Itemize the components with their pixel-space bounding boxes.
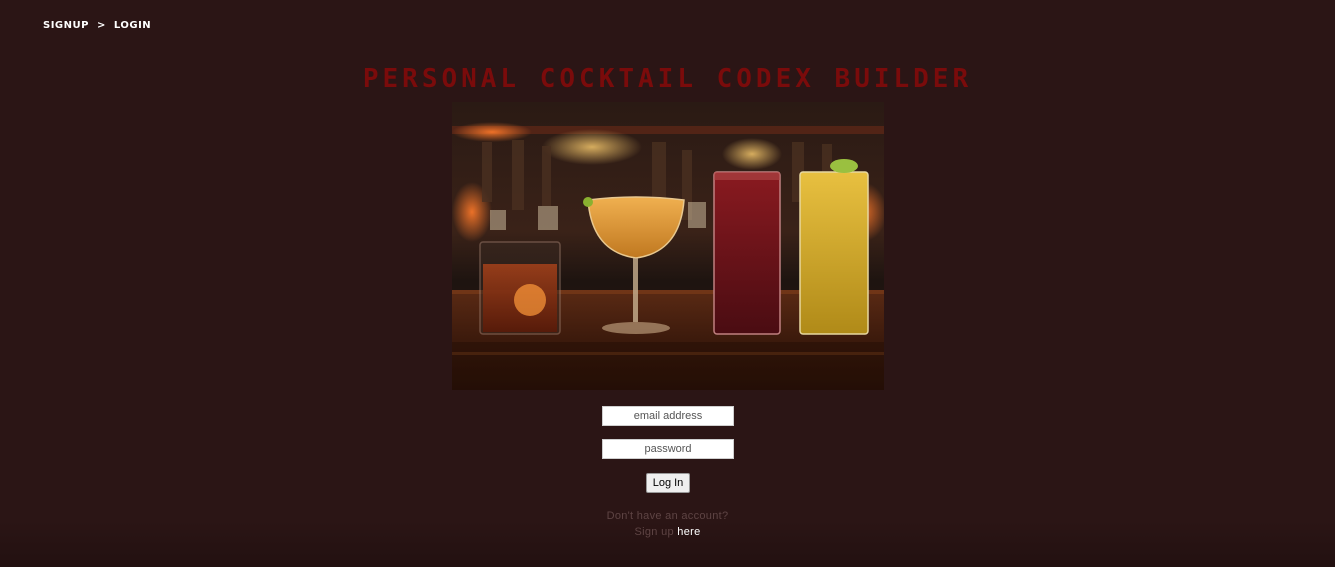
signup-here-link[interactable]: here <box>677 526 700 538</box>
page-title: Personal Cocktail Codex Builder <box>362 64 973 94</box>
breadcrumb-signup-link[interactable]: SIGNUP <box>43 20 89 31</box>
breadcrumb-separator: > <box>96 20 106 31</box>
breadcrumb: SIGNUP > LOGIN <box>43 20 151 31</box>
signup-prompt: Don't have an account? Sign up here <box>0 508 1335 540</box>
cocktails-hero-image <box>452 102 884 390</box>
breadcrumb-login-link[interactable]: LOGIN <box>114 20 151 31</box>
signup-prompt-prefix: Sign up <box>634 526 674 538</box>
password-input[interactable] <box>602 439 734 459</box>
signup-prompt-question: Don't have an account? <box>606 510 729 522</box>
email-address-input[interactable] <box>602 406 734 426</box>
login-button[interactable]: Log In <box>646 473 690 493</box>
signup-prompt-line: Sign up here <box>0 524 1335 540</box>
